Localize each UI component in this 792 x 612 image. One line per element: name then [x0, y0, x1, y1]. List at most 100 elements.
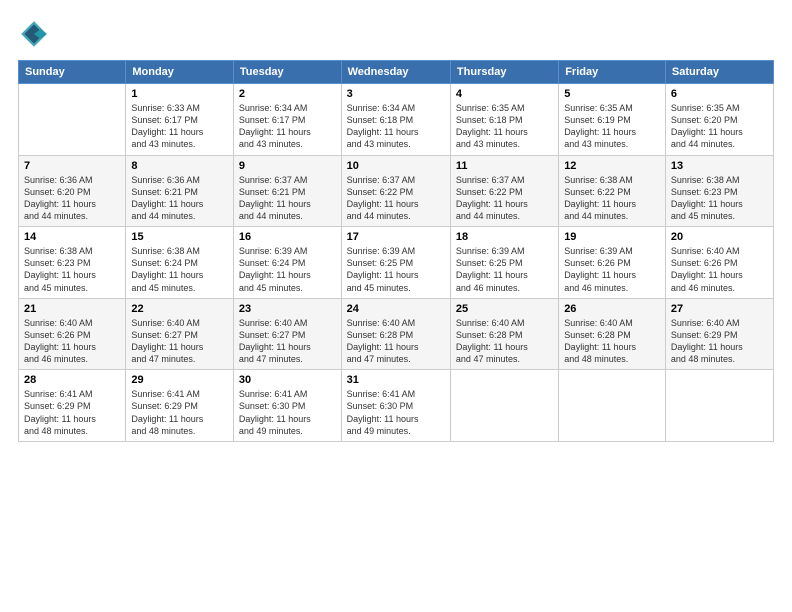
- day-number: 13: [671, 160, 768, 172]
- day-cell: 8 Sunrise: 6:36 AM Sunset: 6:21 PM Daylig…: [126, 155, 234, 227]
- day-cell: 16 Sunrise: 6:39 AM Sunset: 6:24 PM Dayli…: [233, 227, 341, 299]
- day-cell: 6 Sunrise: 6:35 AM Sunset: 6:20 PM Daylig…: [665, 84, 773, 156]
- day-number: 10: [347, 160, 445, 172]
- day-cell: 28 Sunrise: 6:41 AM Sunset: 6:29 PM Dayli…: [19, 370, 126, 442]
- day-cell: 24Sunrise: 6:40 AM Sunset: 6:28 PM Dayli…: [341, 298, 450, 370]
- header-cell-monday: Monday: [126, 61, 234, 84]
- day-number: 27: [671, 303, 768, 315]
- day-info: Sunrise: 6:37 AM Sunset: 6:22 PM Dayligh…: [347, 174, 445, 223]
- day-cell: 1 Sunrise: 6:33 AM Sunset: 6:17 PM Daylig…: [126, 84, 234, 156]
- day-cell: 7 Sunrise: 6:36 AM Sunset: 6:20 PM Daylig…: [19, 155, 126, 227]
- day-cell: 18 Sunrise: 6:39 AM Sunset: 6:25 PM Dayli…: [450, 227, 558, 299]
- day-cell: 11 Sunrise: 6:37 AM Sunset: 6:22 PM Dayli…: [450, 155, 558, 227]
- day-number: 31: [347, 374, 445, 386]
- day-cell: 25 Sunrise: 6:40 AM Sunset: 6:28 PM Dayli…: [450, 298, 558, 370]
- calendar-table: SundayMondayTuesdayWednesdayThursdayFrid…: [18, 60, 774, 442]
- day-cell: 21Sunrise: 6:40 AM Sunset: 6:26 PM Dayli…: [19, 298, 126, 370]
- day-number: 23: [239, 303, 336, 315]
- day-cell: 19Sunrise: 6:39 AM Sunset: 6:26 PM Dayli…: [559, 227, 666, 299]
- day-cell: 26Sunrise: 6:40 AM Sunset: 6:28 PM Dayli…: [559, 298, 666, 370]
- week-row-3: 14 Sunrise: 6:38 AM Sunset: 6:23 PM Dayli…: [19, 227, 774, 299]
- day-info: Sunrise: 6:39 AM Sunset: 6:25 PM Dayligh…: [347, 245, 445, 294]
- day-number: 26: [564, 303, 660, 315]
- day-info: Sunrise: 6:41 AM Sunset: 6:30 PM Dayligh…: [347, 388, 445, 437]
- day-cell: [559, 370, 666, 442]
- day-number: 28: [24, 374, 120, 386]
- day-info: Sunrise: 6:36 AM Sunset: 6:21 PM Dayligh…: [131, 174, 228, 223]
- day-info: Sunrise: 6:41 AM Sunset: 6:30 PM Dayligh…: [239, 388, 336, 437]
- day-info: Sunrise: 6:35 AM Sunset: 6:19 PM Dayligh…: [564, 102, 660, 151]
- day-info: Sunrise: 6:37 AM Sunset: 6:22 PM Dayligh…: [456, 174, 553, 223]
- day-number: 12: [564, 160, 660, 172]
- header-cell-wednesday: Wednesday: [341, 61, 450, 84]
- day-info: Sunrise: 6:38 AM Sunset: 6:24 PM Dayligh…: [131, 245, 228, 294]
- day-info: Sunrise: 6:40 AM Sunset: 6:28 PM Dayligh…: [347, 317, 445, 366]
- day-info: Sunrise: 6:38 AM Sunset: 6:23 PM Dayligh…: [24, 245, 120, 294]
- week-row-5: 28 Sunrise: 6:41 AM Sunset: 6:29 PM Dayli…: [19, 370, 774, 442]
- day-number: 11: [456, 160, 553, 172]
- day-number: 14: [24, 231, 120, 243]
- day-info: Sunrise: 6:34 AM Sunset: 6:17 PM Dayligh…: [239, 102, 336, 151]
- day-info: Sunrise: 6:39 AM Sunset: 6:24 PM Dayligh…: [239, 245, 336, 294]
- header-cell-saturday: Saturday: [665, 61, 773, 84]
- day-info: Sunrise: 6:40 AM Sunset: 6:28 PM Dayligh…: [456, 317, 553, 366]
- day-cell: 2 Sunrise: 6:34 AM Sunset: 6:17 PM Daylig…: [233, 84, 341, 156]
- day-cell: 14 Sunrise: 6:38 AM Sunset: 6:23 PM Dayli…: [19, 227, 126, 299]
- week-row-1: 1 Sunrise: 6:33 AM Sunset: 6:17 PM Daylig…: [19, 84, 774, 156]
- day-cell: 5 Sunrise: 6:35 AM Sunset: 6:19 PM Daylig…: [559, 84, 666, 156]
- day-number: 5: [564, 88, 660, 100]
- header-cell-tuesday: Tuesday: [233, 61, 341, 84]
- day-cell: 17 Sunrise: 6:39 AM Sunset: 6:25 PM Dayli…: [341, 227, 450, 299]
- day-cell: 30 Sunrise: 6:41 AM Sunset: 6:30 PM Dayli…: [233, 370, 341, 442]
- day-info: Sunrise: 6:35 AM Sunset: 6:20 PM Dayligh…: [671, 102, 768, 151]
- day-number: 2: [239, 88, 336, 100]
- day-number: 7: [24, 160, 120, 172]
- day-number: 15: [131, 231, 228, 243]
- day-number: 25: [456, 303, 553, 315]
- day-number: 30: [239, 374, 336, 386]
- day-cell: 3 Sunrise: 6:34 AM Sunset: 6:18 PM Daylig…: [341, 84, 450, 156]
- day-cell: [19, 84, 126, 156]
- day-cell: 27Sunrise: 6:40 AM Sunset: 6:29 PM Dayli…: [665, 298, 773, 370]
- day-cell: 9 Sunrise: 6:37 AM Sunset: 6:21 PM Daylig…: [233, 155, 341, 227]
- day-cell: 22 Sunrise: 6:40 AM Sunset: 6:27 PM Dayli…: [126, 298, 234, 370]
- week-row-2: 7 Sunrise: 6:36 AM Sunset: 6:20 PM Daylig…: [19, 155, 774, 227]
- logo: [18, 18, 54, 50]
- day-info: Sunrise: 6:40 AM Sunset: 6:27 PM Dayligh…: [131, 317, 228, 366]
- day-number: 6: [671, 88, 768, 100]
- day-info: Sunrise: 6:40 AM Sunset: 6:27 PM Dayligh…: [239, 317, 336, 366]
- day-info: Sunrise: 6:37 AM Sunset: 6:21 PM Dayligh…: [239, 174, 336, 223]
- week-row-4: 21Sunrise: 6:40 AM Sunset: 6:26 PM Dayli…: [19, 298, 774, 370]
- day-number: 18: [456, 231, 553, 243]
- day-cell: 29Sunrise: 6:41 AM Sunset: 6:29 PM Dayli…: [126, 370, 234, 442]
- day-number: 20: [671, 231, 768, 243]
- day-number: 8: [131, 160, 228, 172]
- day-info: Sunrise: 6:33 AM Sunset: 6:17 PM Dayligh…: [131, 102, 228, 151]
- day-cell: 4Sunrise: 6:35 AM Sunset: 6:18 PM Daylig…: [450, 84, 558, 156]
- day-info: Sunrise: 6:41 AM Sunset: 6:29 PM Dayligh…: [24, 388, 120, 437]
- day-number: 4: [456, 88, 553, 100]
- calendar-body: 1 Sunrise: 6:33 AM Sunset: 6:17 PM Daylig…: [19, 84, 774, 442]
- header-cell-thursday: Thursday: [450, 61, 558, 84]
- day-info: Sunrise: 6:38 AM Sunset: 6:23 PM Dayligh…: [671, 174, 768, 223]
- day-cell: [665, 370, 773, 442]
- day-number: 22: [131, 303, 228, 315]
- day-cell: 23 Sunrise: 6:40 AM Sunset: 6:27 PM Dayli…: [233, 298, 341, 370]
- day-info: Sunrise: 6:36 AM Sunset: 6:20 PM Dayligh…: [24, 174, 120, 223]
- day-cell: 12 Sunrise: 6:38 AM Sunset: 6:22 PM Dayli…: [559, 155, 666, 227]
- day-number: 17: [347, 231, 445, 243]
- day-cell: 31 Sunrise: 6:41 AM Sunset: 6:30 PM Dayli…: [341, 370, 450, 442]
- day-number: 1: [131, 88, 228, 100]
- day-info: Sunrise: 6:38 AM Sunset: 6:22 PM Dayligh…: [564, 174, 660, 223]
- day-number: 21: [24, 303, 120, 315]
- day-info: Sunrise: 6:39 AM Sunset: 6:25 PM Dayligh…: [456, 245, 553, 294]
- day-number: 3: [347, 88, 445, 100]
- logo-icon: [18, 18, 50, 50]
- day-number: 9: [239, 160, 336, 172]
- header-cell-friday: Friday: [559, 61, 666, 84]
- day-info: Sunrise: 6:34 AM Sunset: 6:18 PM Dayligh…: [347, 102, 445, 151]
- day-cell: 13 Sunrise: 6:38 AM Sunset: 6:23 PM Dayli…: [665, 155, 773, 227]
- day-cell: 10 Sunrise: 6:37 AM Sunset: 6:22 PM Dayli…: [341, 155, 450, 227]
- day-info: Sunrise: 6:41 AM Sunset: 6:29 PM Dayligh…: [131, 388, 228, 437]
- day-number: 16: [239, 231, 336, 243]
